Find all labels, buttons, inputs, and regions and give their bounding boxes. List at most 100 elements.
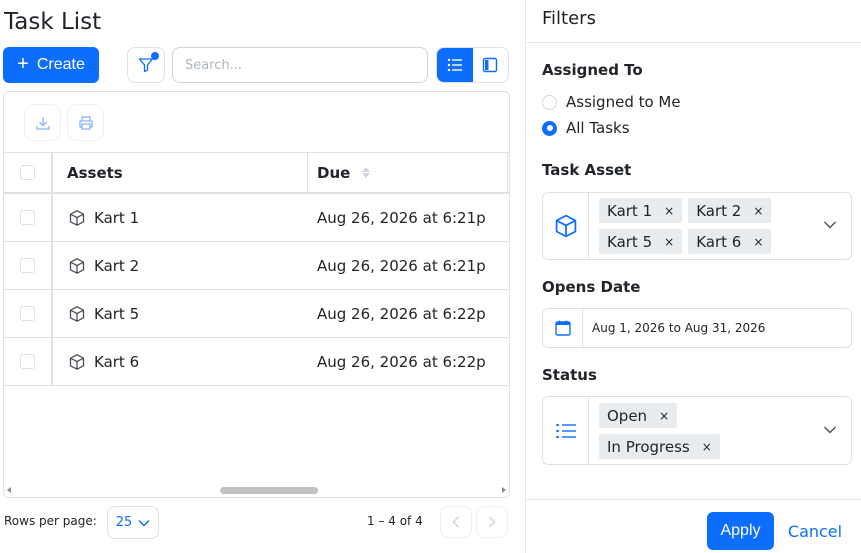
table-row[interactable]: Kart 1 Aug 26, 2026 at 6:21p bbox=[4, 194, 509, 242]
due-cell: Aug 26, 2026 at 6:21p bbox=[317, 256, 486, 275]
due-cell: Aug 26, 2026 at 6:21p bbox=[317, 208, 486, 227]
filters-title: Filters bbox=[542, 8, 596, 29]
due-cell: Aug 26, 2026 at 6:22p bbox=[317, 352, 486, 371]
filters-footer-divider bbox=[526, 499, 861, 500]
row-checkbox-cell bbox=[4, 338, 52, 385]
chevron-right-icon bbox=[489, 516, 496, 528]
chevron-down-icon bbox=[138, 519, 150, 526]
filter-button[interactable] bbox=[127, 47, 165, 83]
chevron-down-icon[interactable] bbox=[823, 220, 837, 230]
opens-date-label: Opens Date bbox=[542, 278, 641, 296]
next-page-button[interactable] bbox=[476, 506, 508, 538]
status-multiselect[interactable]: Open × In Progress × bbox=[542, 396, 852, 465]
table-row[interactable]: Kart 6 Aug 26, 2026 at 6:22p bbox=[4, 338, 509, 386]
chevron-left-icon bbox=[452, 516, 459, 528]
list-view-button[interactable] bbox=[437, 48, 473, 82]
filter-icon bbox=[138, 58, 154, 73]
grid-toolbar bbox=[24, 104, 104, 141]
chip-label: Kart 5 bbox=[607, 232, 653, 251]
chip-label: In Progress bbox=[607, 437, 690, 456]
scrollbar-thumb[interactable] bbox=[220, 487, 318, 494]
radio-label: Assigned to Me bbox=[566, 93, 681, 111]
opens-date-range-input[interactable]: Aug 1, 2026 to Aug 31, 2026 bbox=[542, 308, 852, 348]
radio-button[interactable] bbox=[542, 94, 557, 110]
row-checkbox[interactable] bbox=[20, 258, 35, 273]
pagination-range: 1 – 4 of 4 bbox=[367, 514, 423, 528]
create-button[interactable]: + Create bbox=[3, 47, 99, 83]
table-row[interactable]: Kart 2 Aug 26, 2026 at 6:21p bbox=[4, 242, 509, 290]
chip: Open × bbox=[599, 403, 678, 428]
sort-icon bbox=[362, 167, 371, 178]
radio-assigned-to-me[interactable]: Assigned to Me bbox=[542, 93, 681, 111]
column-header-assets[interactable]: Assets bbox=[52, 153, 308, 192]
select-all-cell bbox=[4, 153, 52, 192]
view-toggle bbox=[436, 47, 509, 83]
chip-label: Kart 1 bbox=[607, 201, 653, 220]
chip-remove-icon[interactable]: × bbox=[753, 235, 763, 249]
panel-view-button[interactable] bbox=[473, 48, 509, 82]
select-all-checkbox[interactable] bbox=[20, 165, 35, 180]
opens-date-icon-cell bbox=[543, 309, 583, 347]
cube-icon bbox=[69, 209, 85, 226]
asset-cell: Kart 6 bbox=[52, 338, 308, 385]
radio-button-selected[interactable] bbox=[542, 120, 557, 136]
row-checkbox-cell bbox=[4, 290, 52, 337]
row-checkbox-cell bbox=[4, 242, 52, 289]
assigned-to-label: Assigned To bbox=[542, 61, 643, 79]
cube-icon bbox=[555, 214, 576, 238]
row-checkbox[interactable] bbox=[20, 354, 35, 369]
cube-icon bbox=[69, 353, 85, 370]
previous-page-button[interactable] bbox=[440, 506, 472, 538]
rows-per-page-label: Rows per page: bbox=[4, 514, 97, 528]
cube-icon bbox=[69, 257, 85, 274]
chip: Kart 5 × bbox=[599, 229, 683, 254]
asset-name: Kart 1 bbox=[94, 208, 140, 227]
asset-name: Kart 5 bbox=[94, 304, 140, 323]
chip-remove-icon[interactable]: × bbox=[664, 235, 674, 249]
list-icon bbox=[447, 58, 462, 72]
row-checkbox[interactable] bbox=[20, 210, 35, 225]
horizontal-scrollbar[interactable] bbox=[4, 483, 509, 497]
apply-button[interactable]: Apply bbox=[707, 512, 774, 550]
scroll-right-arrow-icon[interactable] bbox=[502, 487, 506, 493]
task-asset-chips: Kart 1 × Kart 2 × Kart 5 × Kart 6 × bbox=[599, 198, 809, 254]
column-header-label: Due bbox=[317, 163, 351, 182]
list-icon bbox=[555, 423, 576, 438]
rows-per-page-select[interactable]: 25 bbox=[107, 506, 159, 539]
column-header-due[interactable]: Due bbox=[308, 153, 508, 192]
chip-remove-icon[interactable]: × bbox=[664, 204, 674, 218]
plus-icon: + bbox=[17, 53, 29, 75]
chip-label: Kart 6 bbox=[696, 232, 742, 251]
status-icon-cell bbox=[543, 397, 589, 464]
print-button[interactable] bbox=[67, 104, 104, 141]
filters-panel: Filters Assigned To Assigned to Me All T… bbox=[526, 0, 861, 553]
search-input[interactable] bbox=[172, 47, 428, 83]
filter-active-dot bbox=[151, 52, 159, 60]
chip-remove-icon[interactable]: × bbox=[753, 204, 763, 218]
radio-all-tasks[interactable]: All Tasks bbox=[542, 119, 630, 137]
chip: In Progress × bbox=[599, 434, 720, 459]
chevron-down-icon[interactable] bbox=[823, 425, 837, 435]
chip: Kart 6 × bbox=[688, 229, 772, 254]
task-asset-label: Task Asset bbox=[542, 161, 632, 179]
column-header-label: Assets bbox=[67, 163, 123, 182]
asset-cell: Kart 5 bbox=[52, 290, 308, 337]
chip-remove-icon[interactable]: × bbox=[659, 409, 669, 423]
create-button-label: Create bbox=[36, 56, 85, 73]
task-asset-multiselect[interactable]: Kart 1 × Kart 2 × Kart 5 × Kart 6 × bbox=[542, 192, 852, 260]
page-title: Task List bbox=[4, 9, 102, 35]
cube-icon bbox=[69, 305, 85, 322]
chip-label: Open bbox=[607, 406, 648, 425]
rows-per-page-value: 25 bbox=[115, 515, 133, 530]
task-list-view: Task List + Create Search... Assets Due … bbox=[0, 0, 525, 553]
printer-icon bbox=[78, 115, 93, 130]
table-row[interactable]: Kart 5 Aug 26, 2026 at 6:22p bbox=[4, 290, 509, 338]
filters-header-divider bbox=[526, 42, 861, 43]
asset-name: Kart 2 bbox=[94, 256, 140, 275]
row-checkbox[interactable] bbox=[20, 306, 35, 321]
chip-remove-icon[interactable]: × bbox=[702, 440, 712, 454]
radio-label: All Tasks bbox=[566, 119, 630, 137]
export-button[interactable] bbox=[24, 104, 61, 141]
cancel-button[interactable]: Cancel bbox=[785, 512, 845, 550]
scroll-left-arrow-icon[interactable] bbox=[7, 487, 11, 493]
